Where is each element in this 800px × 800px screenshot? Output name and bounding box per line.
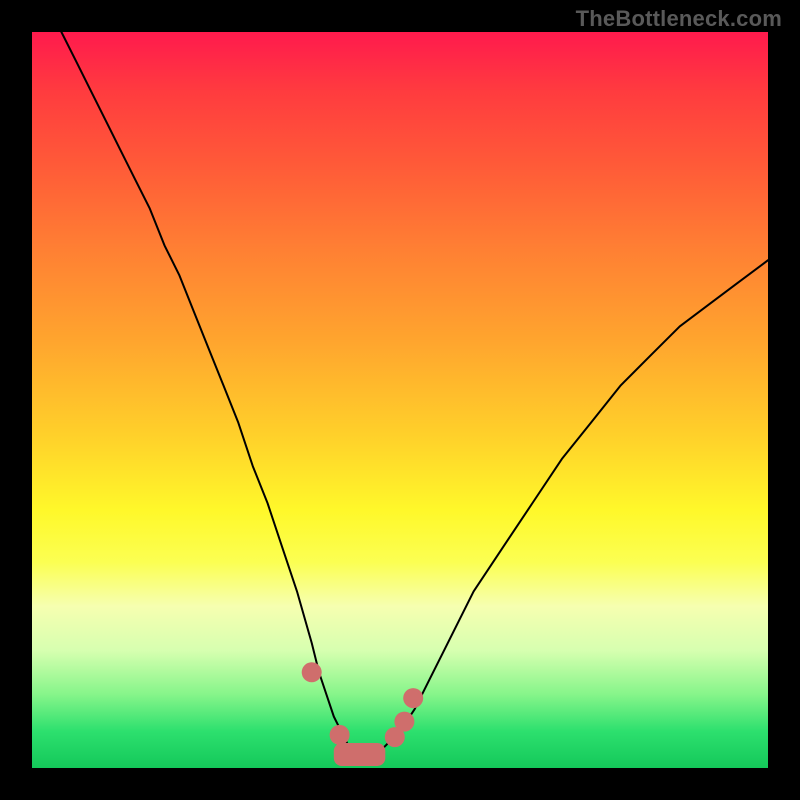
bottleneck-curve-line [61,32,768,753]
bottleneck-curve-svg [32,32,768,768]
marker-dot [330,725,350,745]
bottom-marker-band [334,743,386,766]
marker-dot [403,688,423,708]
marker-dots [302,662,424,747]
chart-frame: TheBottleneck.com [0,0,800,800]
watermark-text: TheBottleneck.com [576,6,782,32]
plot-area [32,32,768,768]
marker-dot [394,712,414,732]
marker-dot [302,662,322,682]
marker-dot [385,727,405,747]
